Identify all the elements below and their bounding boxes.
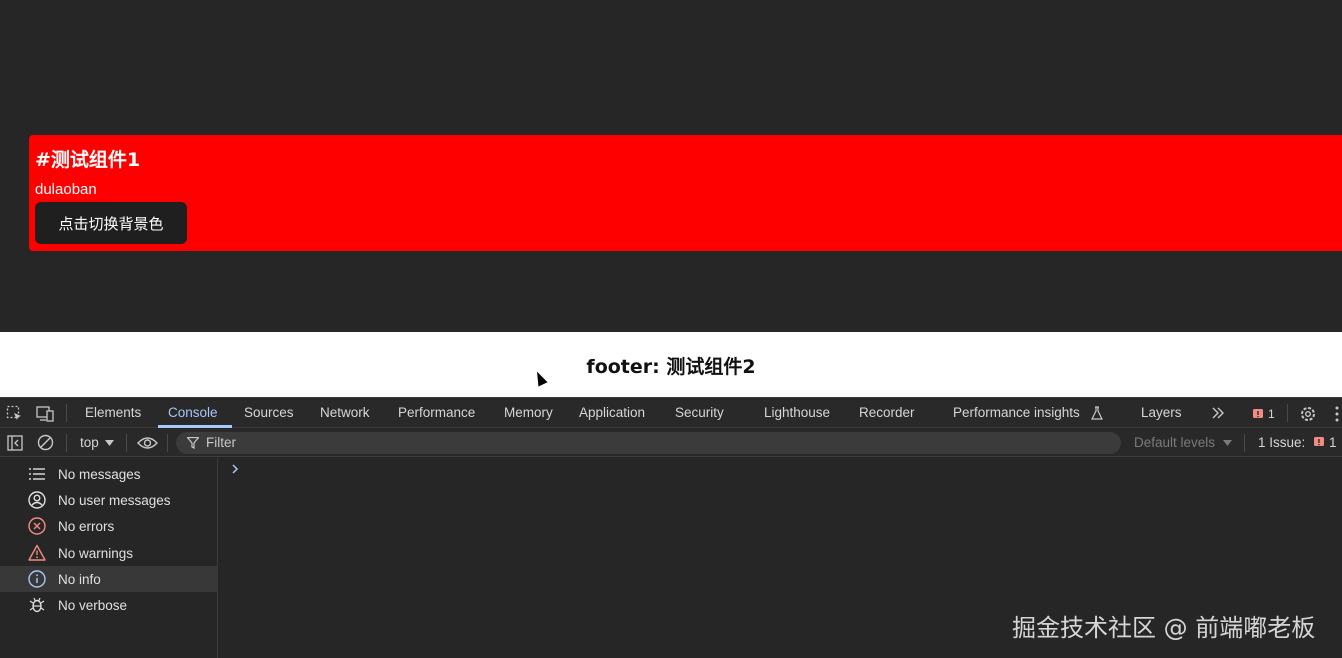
console-toolbar: top Filter Default levels 1 Issue: 1 bbox=[0, 429, 1342, 457]
issues-label[interactable]: 1 Issue: bbox=[1258, 435, 1305, 450]
tab-layers[interactable]: Layers bbox=[1141, 405, 1182, 420]
live-expression-eye-icon[interactable] bbox=[137, 436, 158, 450]
error-icon bbox=[28, 517, 46, 535]
issues-count[interactable]: 1 bbox=[1329, 435, 1337, 450]
tab-network[interactable]: Network bbox=[320, 405, 370, 420]
issues-flag-icon[interactable] bbox=[1252, 408, 1264, 420]
tab-recorder[interactable]: Recorder bbox=[859, 405, 915, 420]
active-tab-indicator bbox=[158, 425, 232, 428]
log-levels-dropdown[interactable]: Default levels bbox=[1134, 435, 1215, 450]
watermark-text: 掘金技术社区 @ 前端嘟老板 bbox=[1012, 614, 1316, 642]
toggle-background-button[interactable]: 点击切换背景色 bbox=[35, 202, 187, 244]
divider bbox=[126, 434, 127, 452]
warning-icon bbox=[28, 544, 46, 561]
sidebar-item-label: No messages bbox=[58, 467, 141, 482]
tab-performance[interactable]: Performance bbox=[398, 405, 475, 420]
component-name: dulaoban bbox=[35, 181, 97, 198]
bug-icon bbox=[29, 597, 45, 613]
console-prompt-chevron-icon bbox=[232, 464, 239, 474]
list-icon bbox=[29, 468, 45, 480]
sidebar-item-info[interactable]: No info bbox=[0, 566, 218, 592]
component-title: #测试组件1 bbox=[35, 149, 141, 171]
tab-console[interactable]: Console bbox=[168, 405, 218, 420]
user-circle-icon bbox=[28, 491, 46, 509]
filter-funnel-icon bbox=[187, 437, 199, 449]
page-viewport: #测试组件1 dulaoban 点击切换背景色 bbox=[0, 0, 1342, 331]
sidebar-item-errors[interactable]: No errors bbox=[0, 513, 218, 539]
tab-sources[interactable]: Sources bbox=[244, 405, 294, 420]
issue-flag-icon bbox=[1314, 437, 1324, 446]
more-tabs-chevron-icon[interactable] bbox=[1211, 407, 1225, 419]
sidebar-item-label: No user messages bbox=[58, 493, 171, 508]
sidebar-item-label: No verbose bbox=[58, 598, 128, 613]
divider bbox=[1287, 404, 1288, 422]
issues-badge-count[interactable]: 1 bbox=[1268, 407, 1275, 421]
devtools-tab-bar: Elements Console Sources Network Perform… bbox=[0, 397, 1342, 428]
tab-application[interactable]: Application bbox=[579, 405, 645, 420]
footer: footer: 测试组件2 bbox=[0, 332, 1342, 397]
sidebar-toggle-icon[interactable] bbox=[7, 435, 23, 451]
sidebar-item-messages[interactable]: No messages bbox=[0, 461, 218, 487]
divider bbox=[167, 434, 168, 452]
tab-memory[interactable]: Memory bbox=[504, 405, 553, 420]
more-options-icon[interactable] bbox=[1334, 405, 1340, 423]
sidebar-item-verbose[interactable]: No verbose bbox=[0, 592, 218, 618]
filter-input[interactable]: Filter bbox=[176, 432, 1121, 454]
info-icon bbox=[28, 570, 46, 588]
levels-chevron-down-icon[interactable] bbox=[1223, 440, 1232, 446]
tab-lighthouse[interactable]: Lighthouse bbox=[764, 405, 830, 420]
divider bbox=[66, 434, 67, 452]
clear-console-icon[interactable] bbox=[37, 434, 54, 451]
sidebar-item-label: No info bbox=[58, 572, 101, 587]
context-selector[interactable]: top bbox=[80, 435, 99, 450]
divider bbox=[66, 404, 67, 422]
sidebar-item-user-messages[interactable]: No user messages bbox=[0, 487, 218, 513]
tab-elements[interactable]: Elements bbox=[85, 405, 141, 420]
tab-performance-insights[interactable]: Performance insights bbox=[953, 405, 1080, 420]
chevron-down-icon[interactable] bbox=[105, 440, 114, 446]
settings-gear-icon[interactable] bbox=[1299, 405, 1317, 423]
test-component-1: #测试组件1 dulaoban 点击切换背景色 bbox=[29, 135, 1342, 251]
divider bbox=[1244, 434, 1245, 452]
device-toolbar-icon[interactable] bbox=[36, 405, 54, 422]
sidebar-item-label: No warnings bbox=[58, 546, 134, 561]
footer-text: footer: 测试组件2 bbox=[586, 356, 756, 378]
tab-security[interactable]: Security bbox=[675, 405, 724, 420]
sidebar-item-warnings[interactable]: No warnings bbox=[0, 540, 218, 566]
console-sidebar: No messages No user messages No errors N… bbox=[0, 458, 218, 658]
sidebar-item-label: No errors bbox=[58, 519, 115, 534]
experiment-flask-icon bbox=[1091, 406, 1103, 420]
inspect-element-icon[interactable] bbox=[6, 405, 23, 422]
filter-placeholder: Filter bbox=[206, 435, 236, 450]
